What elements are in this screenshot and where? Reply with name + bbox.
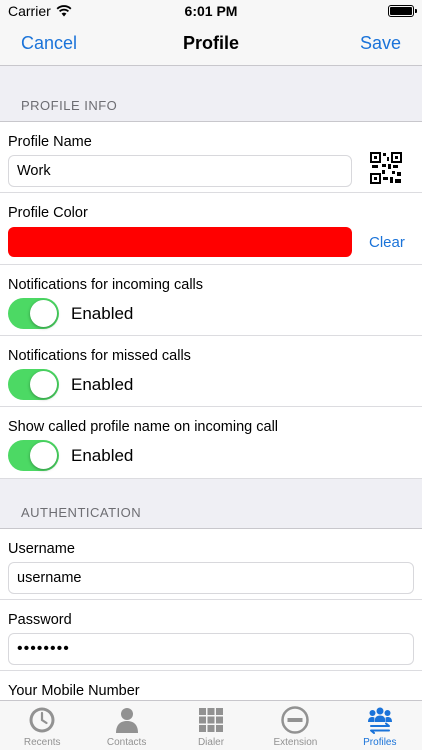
qr-code-icon[interactable] bbox=[370, 152, 402, 184]
toggle-row-incoming-calls: Notifications for incoming calls Enabled bbox=[0, 265, 422, 336]
toggle-label: Notifications for incoming calls bbox=[8, 277, 204, 293]
toggle-row-show-profile-name: Show called profile name on incoming cal… bbox=[0, 407, 422, 479]
tab-label: Extension bbox=[273, 737, 318, 748]
navigation-bar: Cancel Profile Save bbox=[0, 22, 422, 66]
profile-name-field[interactable]: Work bbox=[8, 155, 352, 187]
profile-color-swatch[interactable] bbox=[8, 227, 352, 257]
switch-knob bbox=[30, 442, 57, 469]
status-time: 6:01 PM bbox=[184, 3, 238, 19]
switch-knob bbox=[30, 371, 57, 398]
battery-icon bbox=[388, 5, 417, 17]
tab-label: Profiles bbox=[363, 737, 397, 748]
password-field[interactable]: •••••••• bbox=[8, 633, 414, 665]
switch-knob bbox=[30, 300, 57, 327]
section-header-profile-info: PROFILE INFO bbox=[0, 66, 422, 122]
toggle-state-text: Enabled bbox=[71, 445, 134, 465]
minus-circle-icon bbox=[281, 706, 310, 734]
keypad-icon bbox=[199, 708, 224, 732]
tab-extension[interactable]: Extension bbox=[253, 701, 337, 750]
profile-color-controls: Clear bbox=[8, 227, 414, 257]
toggle-control: Enabled bbox=[8, 298, 414, 337]
password-label: Password bbox=[8, 612, 72, 628]
toggle-control: Enabled bbox=[8, 440, 414, 479]
cancel-button[interactable]: Cancel bbox=[21, 33, 77, 54]
people-swap-icon bbox=[367, 707, 392, 734]
tab-label: Dialer bbox=[197, 737, 225, 748]
tab-bar: Recents Contacts Dialer Extension Profil… bbox=[0, 700, 422, 750]
toggle-row-missed-calls: Notifications for missed calls Enabled bbox=[0, 336, 422, 407]
save-button[interactable]: Save bbox=[360, 33, 401, 54]
tab-recents[interactable]: Recents bbox=[0, 701, 84, 750]
profile-color-row: Profile Color Clear bbox=[0, 193, 422, 265]
tab-contacts[interactable]: Contacts bbox=[84, 701, 168, 750]
incoming-calls-switch[interactable] bbox=[8, 298, 59, 329]
toggle-label: Notifications for missed calls bbox=[8, 348, 191, 364]
password-row: Password •••••••• bbox=[0, 600, 422, 671]
tab-profiles[interactable]: Profiles bbox=[338, 701, 422, 750]
username-label: Username bbox=[8, 541, 75, 557]
status-bar: Carrier 6:01 PM bbox=[0, 0, 422, 22]
username-field[interactable]: username bbox=[8, 562, 414, 594]
username-row: Username username bbox=[0, 529, 422, 600]
person-icon bbox=[115, 708, 138, 733]
toggle-control: Enabled bbox=[8, 369, 414, 408]
tab-label: Recents bbox=[23, 737, 61, 748]
profile-name-row: Profile Name Work bbox=[0, 122, 422, 193]
toggle-state-text: Enabled bbox=[71, 374, 134, 394]
show-profile-name-switch[interactable] bbox=[8, 440, 59, 471]
toggle-label: Show called profile name on incoming cal… bbox=[8, 419, 279, 435]
section-header-authentication: AUTHENTICATION bbox=[0, 479, 422, 529]
mobile-number-label: Your Mobile Number bbox=[8, 683, 140, 699]
tab-dialer[interactable]: Dialer bbox=[169, 701, 253, 750]
profile-color-label: Profile Color bbox=[8, 205, 88, 221]
clock-icon bbox=[29, 707, 55, 733]
mobile-number-row: Your Mobile Number bbox=[0, 671, 422, 700]
clear-color-button[interactable]: Clear bbox=[369, 234, 405, 251]
tab-label: Contacts bbox=[106, 737, 147, 748]
missed-calls-switch[interactable] bbox=[8, 369, 59, 400]
toggle-state-text: Enabled bbox=[71, 303, 134, 323]
settings-list[interactable]: PROFILE INFO Profile Name Work Profile C… bbox=[0, 66, 422, 700]
profile-name-label: Profile Name bbox=[8, 134, 92, 150]
